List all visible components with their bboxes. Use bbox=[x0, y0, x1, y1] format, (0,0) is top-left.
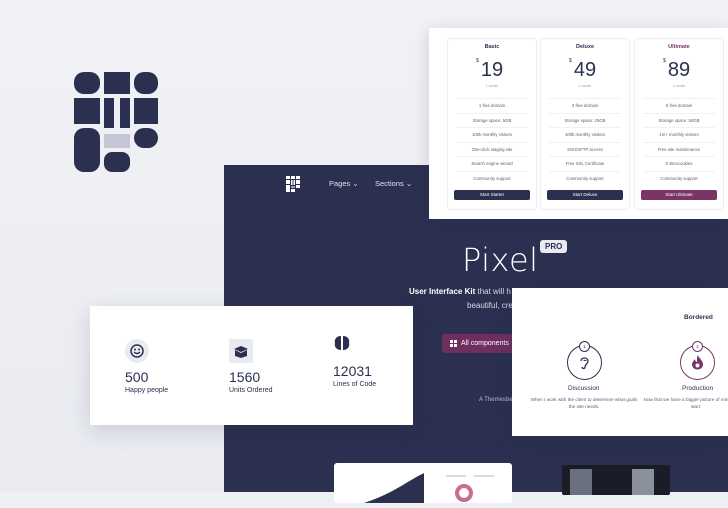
plan-feature: Storage space: 5GB bbox=[456, 112, 528, 127]
plan-feature: SSH/SFTP access bbox=[549, 141, 621, 156]
plan-feature: One-click staging site bbox=[456, 141, 528, 156]
step-description: Now that we have a bigger picture of min… bbox=[643, 397, 728, 409]
stat-value: 12031 bbox=[333, 363, 372, 379]
box-icon bbox=[229, 339, 253, 363]
all-components-button[interactable]: All components bbox=[442, 334, 517, 353]
plan-feature: Community support bbox=[643, 170, 715, 185]
plan-feature: 400k monthly visitors bbox=[549, 127, 621, 141]
plan-price: 89 bbox=[667, 59, 691, 81]
pricing-plan-deluxe: Deluxe $49 1 month 3 free domain Storage spa… bbox=[540, 38, 630, 210]
pricing-card: Basic $19 1 month 1 free domain Storage spac… bbox=[429, 28, 728, 219]
plan-feature: 5 free domain bbox=[643, 98, 715, 112]
plan-feature: 100k monthly visitors bbox=[456, 127, 528, 141]
plan-period: 1 month bbox=[578, 84, 592, 88]
preview-photo bbox=[562, 465, 670, 495]
stat-lines-of-code: 12031 Lines of Code bbox=[333, 334, 376, 388]
plan-feature: 1m+ monthly visitors bbox=[643, 127, 715, 141]
subtitle-text: that will h bbox=[477, 287, 511, 296]
plan-feature: Community support bbox=[456, 170, 528, 185]
plan-name: Basic bbox=[484, 44, 500, 50]
process-card: Bordered 1 Discussion When I work with t… bbox=[512, 288, 728, 436]
step-number-badge: 2 bbox=[692, 341, 703, 352]
smile-icon bbox=[125, 339, 149, 363]
nav-logo-icon[interactable] bbox=[286, 176, 300, 192]
plan-price: 49 bbox=[573, 59, 597, 81]
hero-title: Pixel bbox=[462, 241, 539, 279]
brand-logo-icon bbox=[74, 72, 158, 172]
nav-label: Sections bbox=[375, 179, 404, 188]
plan-feature: Storage space: 25GB bbox=[549, 112, 621, 127]
preview-thumbnail bbox=[334, 463, 512, 503]
stat-value: 1560 bbox=[229, 369, 261, 385]
plan-feature: 5 Woocookies bbox=[643, 156, 715, 170]
flame-icon bbox=[692, 355, 703, 370]
stat-value: 500 bbox=[125, 369, 149, 385]
start-deluxe-button[interactable]: Start Deluxe bbox=[547, 190, 623, 200]
nav-item-sections[interactable]: Sections ⌄ bbox=[375, 179, 412, 188]
nav-item-pages[interactable]: Pages ⌄ bbox=[329, 179, 359, 188]
plan-period: 1 month bbox=[672, 84, 686, 88]
start-ultimate-button[interactable]: Start Ultimate bbox=[641, 190, 717, 200]
ear-icon bbox=[580, 357, 589, 370]
cta-label: All components bbox=[461, 340, 509, 347]
stat-label: Happy people bbox=[125, 387, 169, 394]
step-description: When I work with the client to determine… bbox=[530, 397, 638, 409]
start-basic-button[interactable]: Start Starter bbox=[454, 190, 530, 200]
hero-subtitle: User Interface Kit that will h bbox=[409, 287, 511, 296]
subtitle-bold: User Interface Kit bbox=[409, 287, 476, 296]
pro-badge: PRO bbox=[540, 240, 568, 253]
step-title: Discussion bbox=[568, 385, 600, 392]
plan-feature: Storage space: 50GB bbox=[643, 112, 715, 127]
stat-label: Units Ordered bbox=[229, 387, 273, 394]
grid-icon bbox=[450, 340, 457, 347]
brain-icon bbox=[333, 334, 376, 357]
section-heading: Bordered bbox=[684, 314, 713, 321]
plan-feature: 1 free domain bbox=[456, 98, 528, 112]
chevron-down-icon: ⌄ bbox=[352, 179, 359, 188]
credit-text: A Themesbe bbox=[479, 397, 513, 403]
plan-feature: Free SSL Certificate bbox=[549, 156, 621, 170]
plan-feature: Free site maintenance bbox=[643, 141, 715, 156]
stats-card: 500 Happy people 1560 Units Ordered 1203… bbox=[90, 306, 413, 425]
window-shape bbox=[632, 469, 654, 495]
pricing-plan-ultimate: Ultimate $89 1 month 5 free domain Storage s… bbox=[634, 38, 724, 210]
plan-feature: 3 free domain bbox=[549, 98, 621, 112]
step-number-badge: 1 bbox=[579, 341, 590, 352]
chevron-down-icon: ⌄ bbox=[405, 179, 413, 188]
plan-feature: Search engine wizard bbox=[456, 156, 528, 170]
plan-name: Ultimate bbox=[668, 44, 690, 50]
preview-chart-icon bbox=[364, 473, 494, 503]
stat-happy-people: 500 Happy people bbox=[125, 339, 168, 394]
plan-feature: Community support bbox=[549, 170, 621, 185]
plan-price: 19 bbox=[480, 59, 504, 81]
step-title: Production bbox=[682, 385, 714, 392]
stat-units-ordered: 1560 Units Ordered bbox=[229, 339, 273, 394]
stat-label: Lines of Code bbox=[333, 381, 377, 388]
window-shape bbox=[570, 469, 592, 495]
pricing-plan-basic: Basic $19 1 month 1 free domain Storage spac… bbox=[447, 38, 537, 210]
nav-label: Pages bbox=[329, 179, 351, 188]
plan-name: Deluxe bbox=[575, 44, 595, 50]
plan-period: 1 month bbox=[485, 84, 499, 88]
